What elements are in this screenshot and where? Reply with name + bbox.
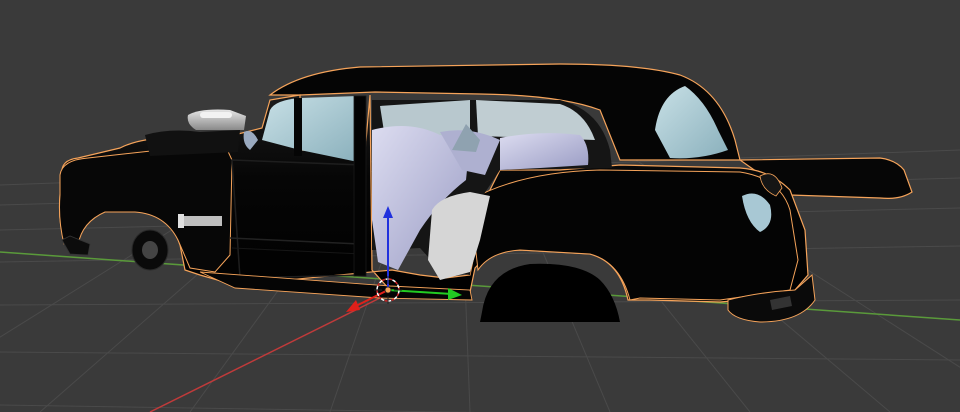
rear-seat [500,133,589,170]
viewport-canvas[interactable] [0,0,960,412]
b-pillar [353,95,367,277]
engine-parts [145,130,240,156]
3d-viewport[interactable] [0,0,960,412]
front-wheel-hub [142,241,158,259]
window-pillar [294,98,302,156]
fender-emblem [178,216,222,226]
hood-scoop-trim [200,112,232,118]
fender-emblem-cap [178,214,184,228]
